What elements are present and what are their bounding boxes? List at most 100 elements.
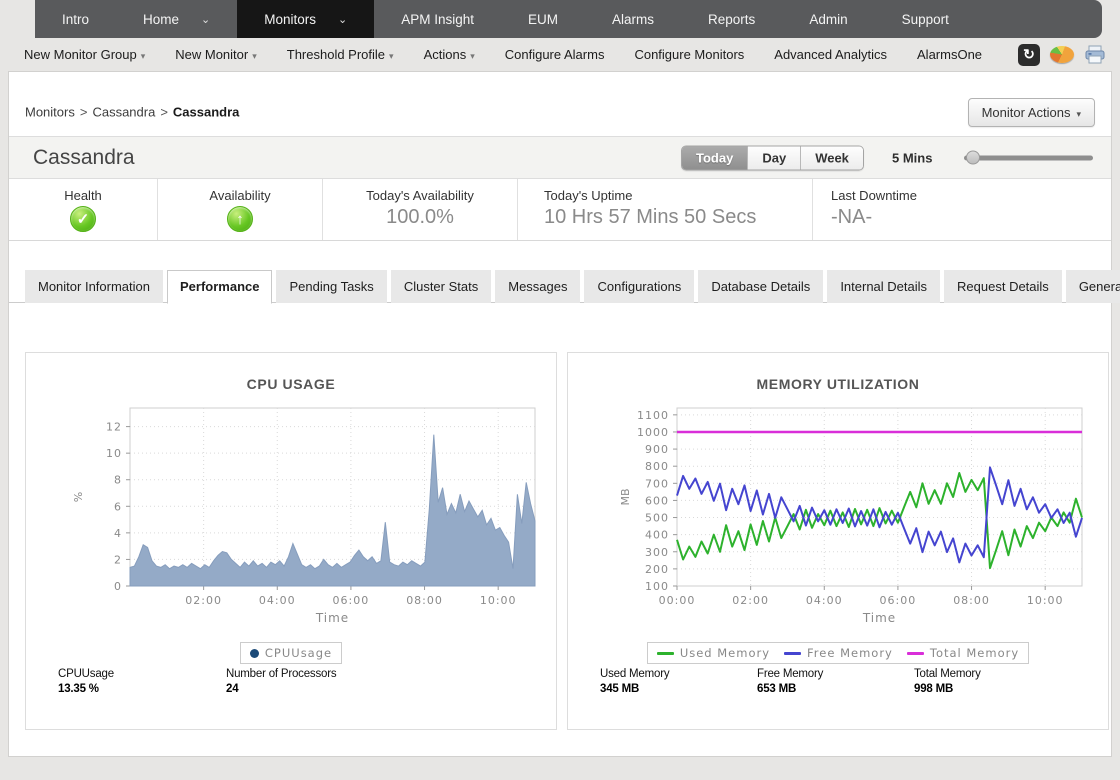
pie-chart-icon[interactable] [1050,46,1074,63]
tab-monitor-information[interactable]: Monitor Information [25,270,163,303]
subnav-new-monitor-group[interactable]: New Monitor Group▾ [24,47,145,62]
breadcrumb-current: Cassandra [173,105,239,120]
subnav-advanced-analytics[interactable]: Advanced Analytics [774,47,887,62]
stat-label: Number of Processors [226,668,394,680]
svg-text:6: 6 [114,500,122,513]
legend-box: CPUUsage [240,642,342,664]
memory-chart-title: MEMORY UTILIZATION [568,376,1108,392]
svg-text:700: 700 [645,477,669,490]
subnav-threshold-profile[interactable]: Threshold Profile▾ [287,47,394,62]
svg-text:08:00: 08:00 [406,594,443,607]
tab-messages[interactable]: Messages [495,270,580,303]
chart-canvas: 02468101202:0004:0006:0008:0010:00%Time [37,398,545,638]
chevron-down-icon: ⌄ [338,13,347,26]
todays-uptime-label: Today's Uptime [544,188,812,203]
subnav-actions[interactable]: Actions▾ [424,47,475,62]
nav-item-admin[interactable]: Admin [782,0,874,38]
subnav-label: Actions [424,47,467,62]
legend-box: Used Memory Free Memory Total Memory [647,642,1029,664]
nav-item-monitors[interactable]: Monitors⌄ [237,0,374,38]
subnav-configure-monitors[interactable]: Configure Monitors [634,47,744,62]
breadcrumb: Monitors > Cassandra > Cassandra [25,105,239,120]
nav-label: Reports [708,12,755,27]
svg-text:06:00: 06:00 [880,594,917,607]
breadcrumb-group-link[interactable]: Cassandra [92,105,155,120]
subnav-icon-group: ↻ [1018,44,1106,66]
svg-text:400: 400 [645,529,669,542]
tab-configurations[interactable]: Configurations [584,270,694,303]
stat-label: Used Memory [600,668,757,680]
nav-label: Home [143,12,179,27]
caret-down-icon: ▾ [252,51,257,61]
stat-label: Total Memory [914,668,1071,680]
subnav-configure-alarms[interactable]: Configure Alarms [505,47,605,62]
used-memory-stat: Used Memory 345 MB [600,668,757,695]
svg-text:500: 500 [645,512,669,525]
subnav-label: Threshold Profile [287,47,385,62]
nav-item-intro[interactable]: Intro [35,0,116,38]
tab-pending-tasks[interactable]: Pending Tasks [276,270,386,303]
nav-item-apm-insight[interactable]: APM Insight [374,0,501,38]
nav-item-alarms[interactable]: Alarms [585,0,681,38]
cpu-usage-stat: CPUUsage 13.35 % [58,668,226,695]
subnav-new-monitor[interactable]: New Monitor ▾ [175,47,257,62]
health-ok-icon: ✓ [70,206,96,232]
stat-value: 24 [226,683,394,695]
poll-interval-slider[interactable] [964,155,1093,160]
monitor-actions-button[interactable]: Monitor Actions▾ [968,98,1095,127]
cpu-usage-chart[interactable]: 02468101202:0004:0006:0008:0010:00%Time [26,398,556,638]
nav-item-eum[interactable]: EUM [501,0,585,38]
cpu-stats: CPUUsage 13.35 % Number of Processors 24 [58,668,394,695]
snapshot-icon[interactable]: ↻ [1018,44,1040,66]
svg-text:10: 10 [106,447,122,460]
nav-label: Alarms [612,12,654,27]
sub-nav: New Monitor Group▾ New Monitor ▾ Threshol… [0,38,1120,71]
range-button-today[interactable]: Today [682,146,747,169]
stat-value: 345 MB [600,683,757,695]
legend-label: Total Memory [930,646,1019,660]
legend-label: Free Memory [807,646,893,660]
subnav-alarmsone[interactable]: AlarmsOne [917,47,982,62]
stat-label: Free Memory [757,668,914,680]
poll-interval-label: 5 Mins [892,150,932,165]
tab-database-details[interactable]: Database Details [698,270,823,303]
tab-performance[interactable]: Performance [167,270,272,304]
availability-cell: Availability ↑ [158,179,323,240]
range-button-day[interactable]: Day [747,146,800,169]
range-button-week[interactable]: Week [800,146,863,169]
nav-label: APM Insight [401,12,474,27]
tab-bar: Monitor Information Performance Pending … [25,270,1111,303]
memory-utilization-chart[interactable]: 1002003004005006007008009001000110000:00… [568,398,1108,638]
svg-text:Time: Time [315,611,349,625]
stat-label: CPUUsage [58,668,226,680]
nav-item-support[interactable]: Support [875,0,976,38]
tab-general-details[interactable]: General Details [1066,270,1120,303]
nav-item-home[interactable]: Home ⌄ [116,0,237,38]
breadcrumb-separator: > [80,105,88,120]
subnav-label: New Monitor [175,47,248,62]
slider-handle[interactable] [966,151,980,165]
legend-entry: Used Memory [657,646,770,660]
print-icon[interactable] [1084,45,1106,65]
tab-cluster-stats[interactable]: Cluster Stats [391,270,491,303]
svg-text:06:00: 06:00 [333,594,370,607]
breadcrumb-monitors-link[interactable]: Monitors [25,105,75,120]
todays-uptime-value: 10 Hrs 57 Mins 50 Secs [544,206,812,229]
svg-text:2: 2 [114,553,122,566]
svg-text:0: 0 [114,580,122,593]
nav-item-reports[interactable]: Reports [681,0,782,38]
top-nav: Intro Home ⌄ Monitors⌄ APM Insight EUM Al… [35,0,1102,38]
availability-label: Availability [158,188,322,203]
health-label: Health [9,188,157,203]
content-panel: Monitors > Cassandra > Cassandra Monitor Act… [8,71,1112,757]
todays-uptime-cell: Today's Uptime 10 Hrs 57 Mins 50 Secs [518,179,813,240]
tab-internal-details[interactable]: Internal Details [827,270,940,303]
tab-request-details[interactable]: Request Details [944,270,1062,303]
legend-swatch [250,649,259,658]
chevron-down-icon: ⌄ [201,13,210,26]
svg-text:10:00: 10:00 [480,594,517,607]
last-downtime-value: -NA- [831,206,1111,229]
breadcrumb-separator: > [160,105,168,120]
svg-text:800: 800 [645,460,669,473]
availability-up-icon: ↑ [227,206,253,232]
